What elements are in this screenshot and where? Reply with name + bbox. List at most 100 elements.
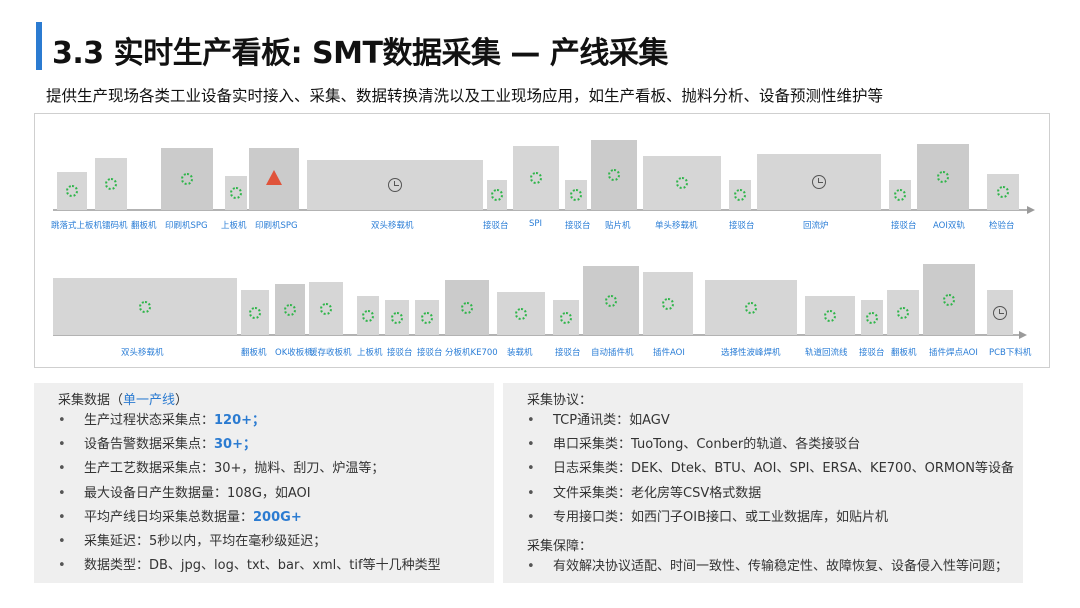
label-conveyor-1: 接驳台 [483, 221, 509, 231]
label-conveyor-8: 接驳台 [859, 348, 885, 358]
heading-highlight: 单一产线 [123, 393, 176, 408]
machine-inspection-table[interactable] [987, 174, 1019, 210]
label-conveyor-3: 接驳台 [729, 221, 755, 231]
assurance-list: • 有效解决协议适配、时间一致性、传输稳定性、故障恢复、设备侵入性等问题； [527, 555, 1008, 579]
label-loader-marker: 跳落式上板机镭码机 [51, 221, 128, 231]
machine-depaneler-ke700[interactable] [445, 280, 489, 335]
ok-status-icon [249, 306, 261, 319]
machine-reflow-oven[interactable] [757, 154, 881, 210]
machine-dual-transfer[interactable] [307, 160, 483, 210]
machine-conveyor-6[interactable] [415, 300, 439, 335]
label-flipper: 翻板机 [131, 221, 157, 231]
production-line-diagram: 跳落式上板机镭码机 翻板机 印刷机SPG 上板机 印刷机SPG 双头移载机 接驳… [34, 113, 1050, 368]
machine-board-loader[interactable] [225, 176, 247, 210]
list-item: • 设备告警数据采集点：30+； [58, 433, 441, 457]
machine-buffer-unloader[interactable] [309, 282, 343, 335]
ok-status-icon [230, 187, 242, 199]
ok-status-icon [181, 173, 193, 185]
ok-status-icon [734, 189, 746, 201]
label-conveyor-2: 接驳台 [565, 221, 591, 231]
machine-loader-marker[interactable] [57, 172, 87, 210]
machine-ok-unloader[interactable] [275, 284, 305, 335]
label-conveyor-6: 接驳台 [417, 348, 443, 358]
collection-data-heading: 采集数据（单一产线） [58, 389, 188, 408]
ok-status-icon [284, 303, 296, 316]
machine-dual-transfer-2[interactable] [53, 278, 237, 335]
machine-spi[interactable] [513, 146, 559, 210]
label-mounter: 贴片机 [605, 221, 631, 231]
list-item: • TCP通讯类：如AGV [527, 409, 1014, 433]
bullet: • [527, 509, 535, 525]
label-aoi-dual: AOI双轨 [933, 221, 965, 231]
ok-status-icon [608, 169, 620, 181]
machine-single-transfer[interactable] [643, 156, 721, 210]
bullet: • [58, 437, 66, 453]
ok-status-icon [897, 306, 909, 319]
ok-status-icon [391, 311, 403, 324]
list-item: • 串口采集类：TuoTong、Conber的轨道、各类接驳台 [527, 433, 1014, 457]
machine-reflow-track[interactable] [805, 296, 855, 335]
list-item: • 数据类型：DB、jpg、log、txt、bar、xml、tif等十几种类型 [58, 554, 441, 578]
ok-status-icon [570, 189, 582, 201]
label-conveyor-5: 接驳台 [387, 348, 413, 358]
title-accent-bar [36, 22, 42, 70]
machine-wave-solder[interactable] [705, 280, 797, 335]
alarm-warning-icon [266, 170, 282, 185]
ok-status-icon [515, 307, 527, 320]
label-board-loader: 上板机 [221, 221, 247, 231]
list-item: • 文件采集类：老化房等CSV格式数据 [527, 482, 1014, 506]
ok-status-icon [66, 185, 78, 197]
machine-conveyor-5[interactable] [385, 300, 409, 335]
machine-conveyor-8[interactable] [861, 300, 883, 335]
machine-auto-insertion[interactable] [583, 266, 639, 335]
list-item: • 生产工艺数据采集点：30+，抛料、刮刀、炉温等； [58, 457, 441, 481]
ok-status-icon [320, 302, 332, 315]
label-flipper-3: 翻板机 [891, 348, 917, 358]
ok-status-icon [362, 309, 374, 322]
conveyor-arrow-row2 [1019, 331, 1027, 339]
protocol-list: • TCP通讯类：如AGV • 串口采集类：TuoTong、Conber的轨道、各类… [527, 409, 1014, 530]
list-item: • 平均产线日均采集总数据量：200G+ [58, 506, 441, 530]
machine-printer-spg-2[interactable] [249, 148, 299, 210]
label-conveyor-4: 接驳台 [891, 221, 917, 231]
machine-board-loader-2[interactable] [357, 296, 379, 335]
ok-status-icon [676, 177, 688, 189]
machine-flipper-2[interactable] [241, 290, 269, 335]
machine-conveyor-1[interactable] [487, 180, 507, 210]
machine-solder-joint-aoi[interactable] [923, 264, 975, 335]
bullet: • [527, 437, 535, 453]
machine-pcb-unloader[interactable] [987, 290, 1013, 335]
ok-status-icon [491, 189, 503, 201]
label-flipper-2: 翻板机 [241, 348, 267, 358]
machine-flipper-3[interactable] [887, 290, 919, 335]
machine-aoi-dual[interactable] [917, 144, 969, 210]
list-item: • 最大设备日产生数据量：108G，如AOI [58, 482, 441, 506]
bullet: • [527, 461, 535, 477]
machine-insertion-aoi[interactable] [643, 272, 693, 335]
idle-clock-icon [812, 175, 826, 189]
ok-status-icon [139, 300, 151, 313]
label-solder-joint-aoi: 插件焊点AOI [929, 348, 978, 358]
label-wave-solder: 选择性波峰焊机 [721, 348, 781, 358]
label-printer-spg-2: 印刷机SPG [255, 221, 298, 231]
machine-conveyor-3[interactable] [729, 180, 751, 210]
label-board-loader-2: 上板机 [357, 348, 383, 358]
bullet: • [527, 413, 535, 428]
list-item: • 生产过程状态采集点：120+； [58, 409, 441, 433]
label-inspection-table: 检验台 [989, 221, 1015, 231]
machine-loader-2[interactable] [497, 292, 545, 335]
machine-conveyor-2[interactable] [565, 180, 587, 210]
machine-conveyor-4[interactable] [889, 180, 911, 210]
ok-status-icon [560, 311, 572, 324]
ok-status-icon [461, 301, 473, 314]
machine-printer-spg[interactable] [161, 148, 213, 210]
bullet: • [58, 413, 66, 428]
machine-conveyor-7[interactable] [553, 300, 579, 335]
machine-flipper[interactable] [95, 158, 127, 210]
bullet: • [527, 559, 535, 574]
label-reflow-track: 轨道回流线 [805, 348, 848, 358]
machine-mounter[interactable] [591, 140, 637, 210]
collection-data-list: • 生产过程状态采集点：120+； • 设备告警数据采集点：30+； • 生产工艺数据… [58, 409, 441, 578]
label-auto-insertion: 自动插件机 [591, 348, 634, 358]
protocol-heading: 采集协议： [527, 393, 593, 408]
